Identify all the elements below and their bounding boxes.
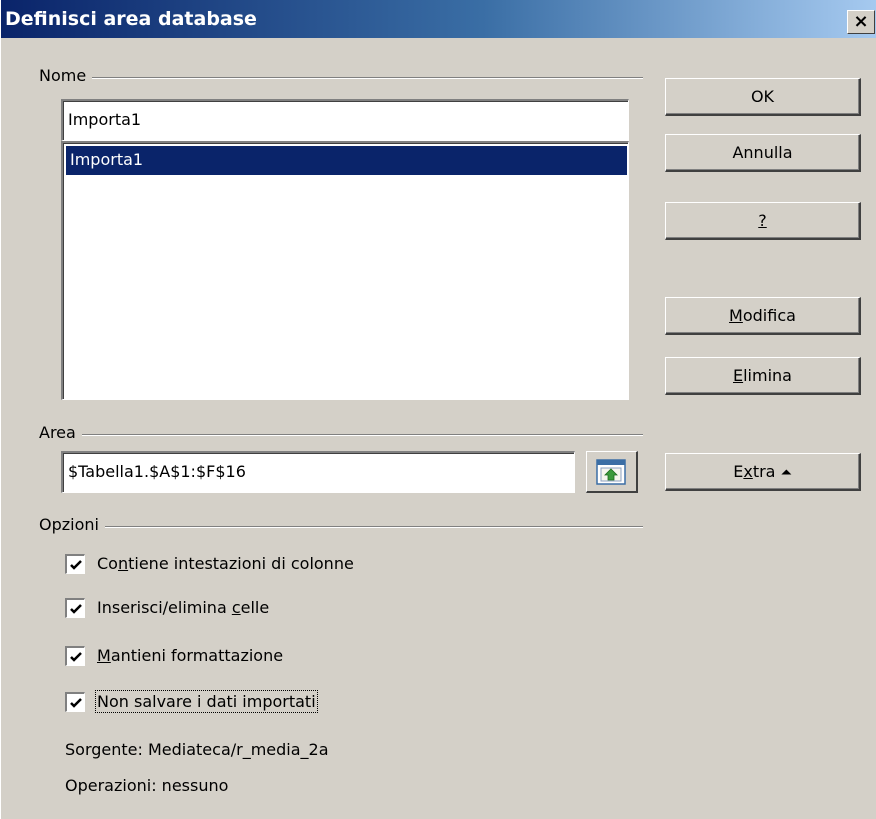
area-group-label: Area (39, 423, 82, 442)
option-keep-formatting-checkbox[interactable] (65, 646, 85, 666)
extra-button[interactable]: Extra ⏶ (665, 453, 861, 491)
checkmark-icon (70, 652, 82, 662)
title-bar[interactable]: Definisci area database × (1, 0, 876, 38)
close-icon: × (853, 11, 869, 32)
cancel-button-label: Annulla (732, 143, 793, 162)
name-input-value: Importa1 (68, 110, 142, 129)
nome-group-line (41, 77, 643, 79)
ok-button[interactable]: OK (665, 78, 861, 116)
delete-button[interactable]: Elimina (665, 357, 861, 395)
shrink-select-button[interactable] (586, 451, 638, 493)
option-keep-formatting-label[interactable]: Mantieni formattazione (97, 646, 283, 665)
shrink-select-icon (596, 459, 626, 485)
checkmark-icon (70, 698, 82, 708)
option-contains-headers-checkbox[interactable] (65, 554, 85, 574)
option-insert-delete-cells-checkbox[interactable] (65, 598, 85, 618)
expand-up-icon: ⏶ (780, 465, 792, 481)
delete-button-label: Elimina (733, 366, 792, 385)
option-contains-headers-label[interactable]: Contiene intestazioni di colonne (97, 554, 354, 573)
close-button[interactable]: × (847, 10, 875, 34)
area-input-value: $Tabella1.$A$1:$F$16 (68, 462, 246, 481)
define-database-range-dialog: Definisci area database × Nome Importa1 … (0, 0, 876, 819)
checkmark-icon (70, 604, 82, 614)
operations-text: Operazioni: nessuno (65, 776, 229, 795)
checkmark-icon (70, 560, 82, 570)
dialog-title: Definisci area database (5, 8, 257, 30)
help-button[interactable]: ? (665, 202, 861, 240)
name-input[interactable]: Importa1 (61, 99, 629, 141)
option-insert-delete-cells-label[interactable]: Inserisci/elimina celle (97, 598, 269, 617)
option-dont-save-imported-label[interactable]: Non salvare i dati importati (95, 690, 318, 713)
modify-button-label: Modifica (729, 306, 796, 325)
modify-button[interactable]: Modifica (665, 297, 861, 335)
source-text: Sorgente: Mediateca/r_media_2a (65, 740, 329, 759)
cancel-button[interactable]: Annulla (665, 134, 861, 172)
extra-button-label: Extra (733, 462, 781, 481)
option-dont-save-imported-checkbox[interactable] (65, 692, 85, 712)
list-item-importa1[interactable]: Importa1 (66, 146, 627, 175)
ok-button-label: OK (750, 87, 775, 106)
options-group-label: Opzioni (39, 515, 105, 534)
help-button-label: ? (758, 211, 767, 230)
area-group-line (41, 434, 643, 436)
name-list[interactable]: Importa1 (61, 141, 629, 400)
nome-group-label: Nome (39, 66, 93, 85)
options-group-line (41, 526, 643, 528)
area-input[interactable]: $Tabella1.$A$1:$F$16 (61, 451, 575, 493)
